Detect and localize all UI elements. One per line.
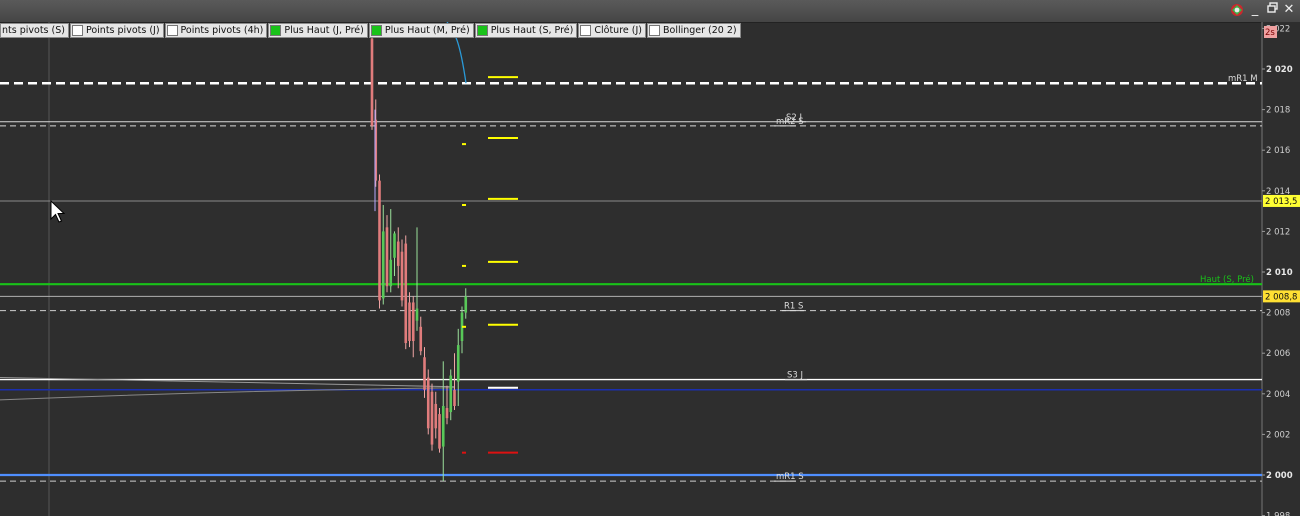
candle-body — [423, 357, 426, 390]
price-tick-label: 2 002 — [1266, 430, 1290, 440]
price-tick-label: 2 012 — [1266, 227, 1290, 237]
candle-body — [396, 241, 400, 266]
legend-checkbox[interactable] — [476, 25, 488, 36]
legend-item[interactable]: Clôture (J) — [578, 23, 646, 38]
price-tick-label: 2 008 — [1266, 309, 1290, 319]
legend-label: Plus Haut (S, Pré) — [490, 25, 574, 36]
window-controls: _ ✕ — [1229, 2, 1296, 18]
level-label: Haut (S, Pré) — [1200, 274, 1254, 285]
legend-checkbox[interactable] — [270, 25, 282, 36]
legend-item[interactable]: Bollinger (20 2) — [646, 23, 741, 38]
mouse-pointer-shape — [50, 199, 66, 223]
legend-checkbox[interactable] — [71, 25, 83, 36]
close-button[interactable]: ✕ — [1282, 2, 1296, 18]
candle-body — [408, 302, 411, 342]
candle-body — [400, 251, 404, 301]
legend-item[interactable]: Plus Haut (J, Pré) — [268, 23, 368, 38]
legend-item[interactable]: Plus Haut (S, Pré) — [474, 23, 578, 38]
legend-label: Bollinger (20 2) — [662, 25, 737, 36]
minimize-button[interactable]: _ — [1248, 2, 1262, 18]
legend-item[interactable]: Points pivots (4h) — [164, 23, 268, 38]
legend-item[interactable]: nts pivots (S) — [0, 23, 69, 38]
candle-body — [370, 38, 374, 126]
candle-body — [426, 377, 430, 429]
window-titlebar: _ ✕ — [0, 0, 1300, 23]
price-tick-label: 2 018 — [1266, 106, 1290, 116]
candle-body — [385, 227, 389, 287]
level-label: mR1 M — [1228, 74, 1258, 84]
mouse-pointer-icon — [50, 199, 66, 223]
candle-body — [434, 403, 438, 429]
candles — [370, 28, 468, 482]
candle-body — [415, 308, 419, 321]
legend-checkbox[interactable] — [166, 25, 178, 36]
legend-checkbox[interactable] — [370, 25, 382, 36]
price-tick-label: 2 006 — [1266, 349, 1290, 359]
candle-body — [449, 375, 453, 413]
indicator-legend: nts pivots (S) Points pivots (J) Points pi… — [0, 23, 742, 38]
candle-body — [404, 243, 408, 344]
timer-badge-label: 2s — [1265, 28, 1275, 38]
price-badge-label: 2 013,5 — [1265, 197, 1297, 207]
legend-item[interactable]: Plus Haut (M, Pré) — [368, 23, 474, 38]
legend-label: Points pivots (4h) — [180, 25, 264, 36]
price-badge-label: 2 008,8 — [1265, 292, 1297, 302]
level-markers — [462, 76, 518, 454]
price-tick-label: 2 020 — [1266, 65, 1293, 75]
price-tick-label: 2 000 — [1266, 471, 1293, 481]
price-chart[interactable]: 2 0222 0202 0182 0162 0142 0122 0102 008… — [0, 22, 1300, 516]
candle-body — [453, 389, 456, 406]
price-tick-label: 2 004 — [1266, 390, 1290, 400]
candle-body — [456, 345, 460, 382]
price-tick-label: 1 998 — [1266, 512, 1290, 516]
legend-label: Plus Haut (J, Pré) — [284, 25, 364, 36]
level-lines: mR1 MS2 JmR2 SHaut (S, Pré)R1 SS3 JmR1 S — [0, 74, 1262, 482]
legend-checkbox[interactable] — [580, 25, 592, 36]
candle-body — [378, 180, 381, 301]
legend-checkbox[interactable] — [648, 25, 660, 36]
candle-body — [430, 391, 434, 445]
candle-body — [419, 326, 423, 352]
candle-body — [389, 259, 393, 287]
legend-label: Clôture (J) — [594, 25, 642, 36]
restore-button[interactable] — [1265, 2, 1279, 18]
candle-body — [381, 231, 385, 299]
candle-body — [445, 408, 449, 419]
price-tick-label: 2 016 — [1266, 146, 1290, 156]
app-logo-icon — [1231, 4, 1243, 16]
candle-body — [393, 233, 396, 258]
legend-label: Plus Haut (M, Pré) — [384, 25, 470, 36]
candle-body — [464, 296, 468, 313]
candle-body — [438, 414, 441, 449]
restore-icon — [1266, 2, 1278, 13]
bollinger-lines — [0, 22, 467, 401]
candle-body — [441, 405, 445, 447]
legend-item[interactable]: Points pivots (J) — [69, 23, 164, 38]
price-axis: 2 0222 0202 0182 0162 0142 0122 0102 008… — [1261, 22, 1300, 516]
legend-label: nts pivots (S) — [2, 25, 65, 36]
legend-label: Points pivots (J) — [85, 25, 160, 36]
candle-body — [411, 302, 415, 342]
price-tick-label: 2 010 — [1266, 268, 1293, 278]
